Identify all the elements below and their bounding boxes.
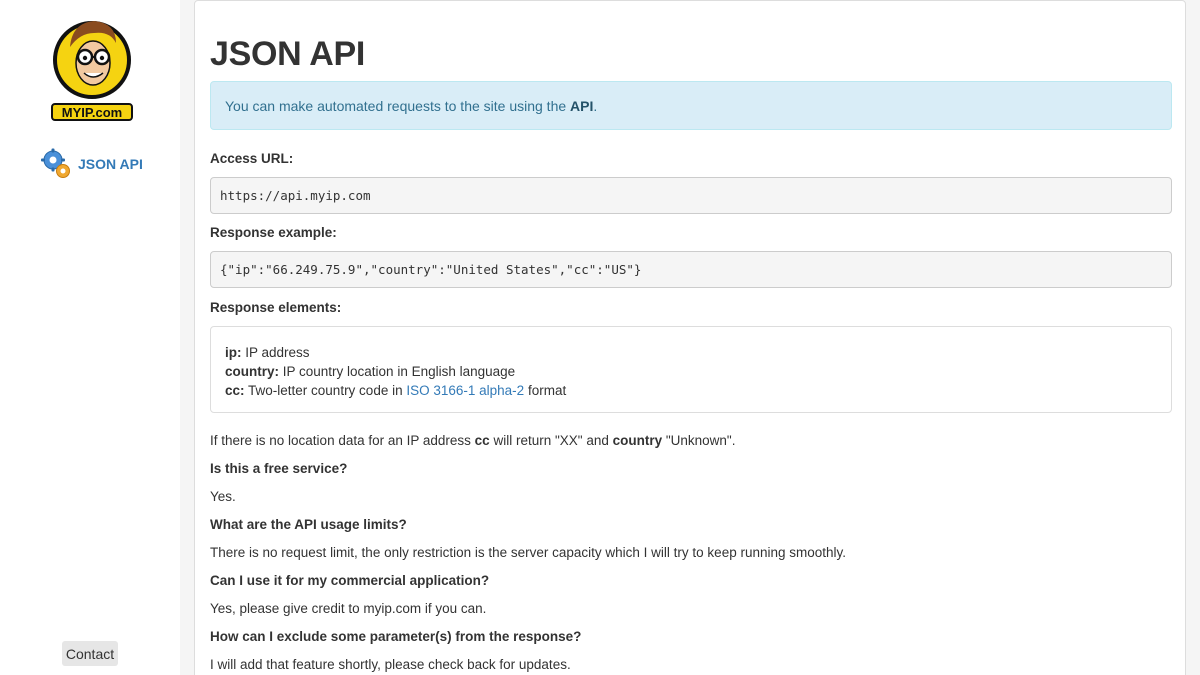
sidebar: MYIP.com JSON API Contact	[0, 0, 180, 675]
logo-face-icon: MYIP.com	[51, 21, 133, 121]
element-cc: cc: Two-letter country code in ISO 3166-…	[225, 383, 567, 398]
main-panel: JSON API You can make automated requests…	[194, 0, 1186, 675]
faq-question-2: What are the API usage limits?	[210, 517, 407, 532]
faq-question-1: Is this a free service?	[210, 461, 348, 476]
info-alert: You can make automated requests to the s…	[210, 81, 1172, 130]
faq-answer-1: Yes.	[210, 489, 236, 504]
gears-icon	[41, 148, 70, 178]
faq-answer-3: Yes, please give credit to myip.com if y…	[210, 601, 487, 616]
access-url-code: https://api.myip.com	[210, 177, 1172, 214]
site-logo[interactable]: MYIP.com	[50, 13, 135, 123]
response-elements-label: Response elements:	[210, 300, 342, 315]
faq-answer-2: There is no request limit, the only rest…	[210, 545, 847, 560]
info-text-suffix: .	[593, 98, 598, 114]
svg-text:MYIP.com: MYIP.com	[62, 105, 122, 120]
response-example-label: Response example:	[210, 225, 337, 240]
faq-question-4: How can I exclude some parameter(s) from…	[210, 629, 582, 644]
faq-question-3: Can I use it for my commercial applicati…	[210, 573, 490, 588]
api-link[interactable]: API	[570, 98, 593, 114]
info-text: You can make automated requests to the s…	[225, 98, 571, 114]
no-location-note: If there is no location data for an IP a…	[210, 433, 736, 448]
response-example-code: {"ip":"66.249.75.9","country":"United St…	[210, 251, 1172, 288]
sidebar-item-json-api[interactable]: JSON API	[40, 148, 143, 180]
faq-answer-4: I will add that feature shortly, please …	[210, 657, 571, 672]
contact-button[interactable]: Contact	[62, 641, 118, 666]
element-ip: ip: IP address	[225, 345, 310, 360]
access-url-label: Access URL:	[210, 151, 294, 166]
sidebar-item-label: JSON API	[78, 156, 143, 172]
iso-3166-link[interactable]: ISO 3166-1 alpha-2	[406, 383, 524, 398]
response-elements-box: ip: IP address country: IP country locat…	[210, 326, 1172, 413]
page-title: JSON API	[210, 35, 366, 73]
element-country: country: IP country location in English …	[225, 364, 516, 379]
